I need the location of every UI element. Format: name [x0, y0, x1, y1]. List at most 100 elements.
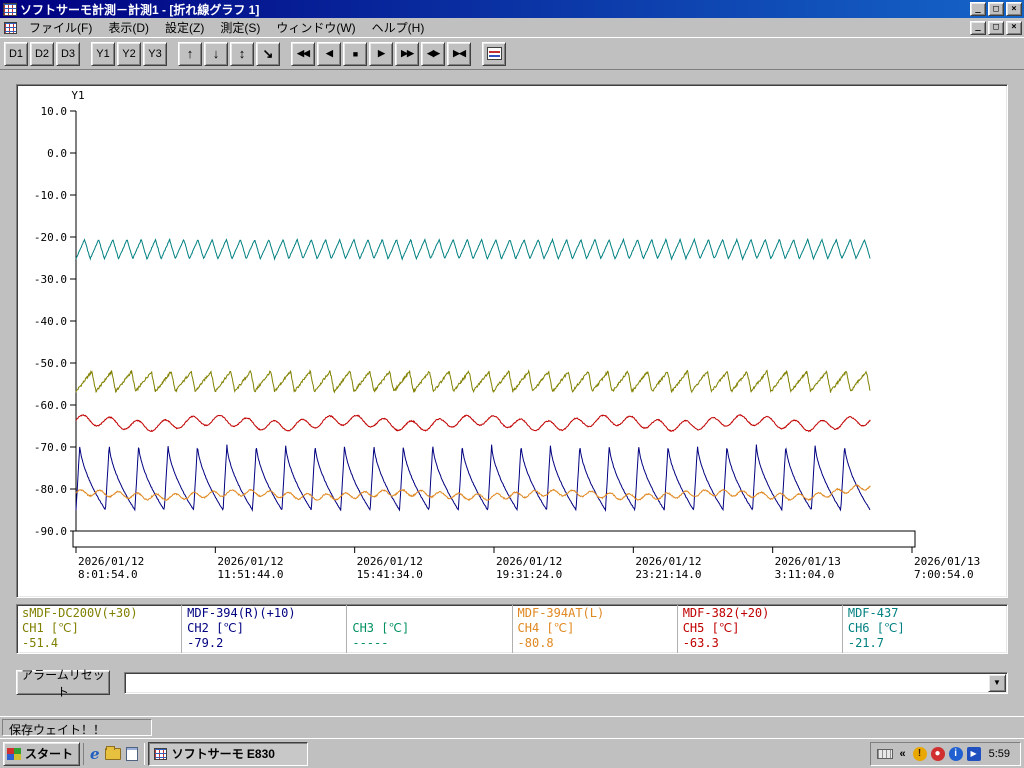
svg-text:2026/01/12: 2026/01/12	[78, 555, 144, 568]
y3-axis-button[interactable]: Y3	[143, 42, 167, 66]
fit-zoom-button[interactable]: ↘	[256, 42, 280, 66]
taskbar-task-button[interactable]: ソフトサーモ E830	[148, 742, 308, 766]
svg-text:-10.0: -10.0	[34, 189, 67, 202]
legend-channel-4: MDF-394AT(L) CH4 [℃] -80.8	[513, 605, 678, 653]
channel-sensor-name: MDF-394(R)(+10)	[187, 606, 341, 621]
menu-settings[interactable]: 設定(Z)	[157, 17, 212, 39]
taskbar-clock: 5:59	[985, 748, 1014, 760]
stop-button[interactable]: ■	[343, 42, 367, 66]
svg-text:-50.0: -50.0	[34, 357, 67, 370]
scroll-up-button[interactable]: ↑	[178, 42, 202, 66]
alarm-reset-button[interactable]: アラームリセット	[16, 670, 110, 695]
d1-button[interactable]: D1	[4, 42, 28, 66]
task-label: ソフトサーモ E830	[172, 745, 275, 762]
mdi-close-button[interactable]: ×	[1006, 21, 1022, 35]
quick-launch-bar: e	[83, 743, 145, 765]
expand-range-button[interactable]: ◀▶	[421, 42, 445, 66]
start-label: スタート	[25, 745, 73, 762]
channel-sensor-name: sMDF-DC200V(+30)	[22, 606, 176, 621]
menu-file[interactable]: ファイル(F)	[21, 17, 100, 39]
y2-axis-button[interactable]: Y2	[117, 42, 141, 66]
mdi-minimize-button[interactable]: _	[970, 21, 986, 35]
taskbar: スタート e ソフトサーモ E830 « ! ● i ▶ 5:59	[0, 738, 1024, 768]
d2-button[interactable]: D2	[30, 42, 54, 66]
toolbar: D1 D2 D3 Y1 Y2 Y3 ↑ ↓ ↕ ↘ ◀◀ ◀ ■ ▶ ▶▶ ◀▶…	[0, 37, 1024, 70]
channel-unit-label: CH4 [℃]	[518, 621, 672, 636]
svg-text:2026/01/13: 2026/01/13	[914, 555, 980, 568]
channel-sensor-name: MDF-437	[848, 606, 1002, 621]
step-forward-button[interactable]: ▶	[369, 42, 393, 66]
legend-channel-2: MDF-394(R)(+10) CH2 [℃] -79.2	[182, 605, 347, 653]
info-tray-icon[interactable]: i	[949, 747, 963, 761]
channel-sensor-name: MDF-394AT(L)	[518, 606, 672, 621]
menu-measure[interactable]: 測定(S)	[212, 17, 268, 39]
channel-unit-label: CH3 [℃]	[352, 621, 506, 636]
svg-text:-40.0: -40.0	[34, 315, 67, 328]
window-title: ソフトサーモ計測－計測1 - [折れ線グラフ 1]	[20, 1, 970, 18]
alert-tray-icon[interactable]: ●	[931, 747, 945, 761]
fit-vertical-button[interactable]: ↕	[230, 42, 254, 66]
graph-window-client: 10.00.0-10.0-20.0-30.0-40.0-50.0-60.0-70…	[0, 70, 1024, 716]
chevron-down-icon[interactable]: ▼	[988, 674, 1006, 692]
y1-axis-button[interactable]: Y1	[91, 42, 115, 66]
menu-window[interactable]: ウィンドウ(W)	[268, 17, 363, 39]
scroll-down-button[interactable]: ↓	[204, 42, 228, 66]
status-message: 保存ウェイト！！	[2, 719, 152, 736]
d3-button[interactable]: D3	[56, 42, 80, 66]
folder-icon[interactable]	[105, 748, 121, 760]
close-button[interactable]: ×	[1006, 2, 1022, 16]
svg-text:-90.0: -90.0	[34, 525, 67, 538]
channel-value: -63.3	[683, 636, 837, 651]
svg-text:2026/01/12: 2026/01/12	[357, 555, 423, 568]
internet-explorer-icon[interactable]: e	[90, 745, 100, 763]
waveform-chart: 10.00.0-10.0-20.0-30.0-40.0-50.0-60.0-70…	[17, 85, 1005, 593]
channel-sensor-name: MDF-382(+20)	[683, 606, 837, 621]
warning-tray-icon[interactable]: !	[913, 747, 927, 761]
svg-text:19:31:24.0: 19:31:24.0	[496, 568, 562, 581]
channel-value: -----	[352, 636, 506, 651]
document-icon[interactable]	[126, 747, 138, 761]
legend-channel-1: sMDF-DC200V(+30) CH1 [℃] -51.4	[17, 605, 182, 653]
start-button[interactable]: スタート	[3, 742, 80, 766]
status-bar: 保存ウェイト！！	[0, 716, 1024, 738]
channel-unit-label: CH5 [℃]	[683, 621, 837, 636]
language-bar-icon[interactable]: ▶	[967, 747, 981, 761]
legend-panel-button[interactable]	[482, 42, 506, 66]
channel-unit-label: CH1 [℃]	[22, 621, 176, 636]
forward-fast-button[interactable]: ▶▶	[395, 42, 419, 66]
alarm-controls-row: アラームリセット ▼	[16, 670, 1008, 695]
channel-sensor-name	[352, 606, 506, 621]
step-back-button[interactable]: ◀	[317, 42, 341, 66]
compress-range-button[interactable]: ▶◀	[447, 42, 471, 66]
app-icon	[154, 748, 167, 760]
svg-text:2026/01/12: 2026/01/12	[496, 555, 562, 568]
mdi-child-icon[interactable]	[4, 22, 17, 34]
channel-unit-label: CH2 [℃]	[187, 621, 341, 636]
line-chart-panel: 10.00.0-10.0-20.0-30.0-40.0-50.0-60.0-70…	[16, 84, 1008, 598]
windows-logo-icon	[7, 748, 21, 760]
svg-text:23:21:14.0: 23:21:14.0	[635, 568, 701, 581]
alarm-combo-value[interactable]	[125, 673, 987, 693]
minimize-button[interactable]: _	[970, 2, 986, 16]
title-bar: ソフトサーモ計測－計測1 - [折れ線グラフ 1] _ □ ×	[0, 0, 1024, 18]
channel-value: -21.7	[848, 636, 1002, 651]
channel-unit-label: CH6 [℃]	[848, 621, 1002, 636]
tray-collapse-chevron[interactable]: «	[897, 748, 909, 760]
svg-text:3:11:04.0: 3:11:04.0	[775, 568, 835, 581]
svg-text:2026/01/13: 2026/01/13	[775, 555, 841, 568]
keyboard-icon[interactable]	[877, 749, 893, 759]
rewind-fast-button[interactable]: ◀◀	[291, 42, 315, 66]
mdi-restore-button[interactable]: □	[988, 21, 1004, 35]
menu-view[interactable]: 表示(D)	[100, 17, 157, 39]
app-icon	[3, 3, 17, 16]
svg-text:2026/01/12: 2026/01/12	[635, 555, 701, 568]
channel-value: -51.4	[22, 636, 176, 651]
legend-channel-3: CH3 [℃] -----	[347, 605, 512, 653]
svg-text:11:51:44.0: 11:51:44.0	[217, 568, 283, 581]
menu-help[interactable]: ヘルプ(H)	[364, 17, 433, 39]
svg-text:-60.0: -60.0	[34, 399, 67, 412]
maximize-button[interactable]: □	[988, 2, 1004, 16]
svg-text:15:41:34.0: 15:41:34.0	[357, 568, 423, 581]
system-tray: « ! ● i ▶ 5:59	[870, 742, 1021, 766]
alarm-combobox[interactable]: ▼	[124, 672, 1008, 694]
